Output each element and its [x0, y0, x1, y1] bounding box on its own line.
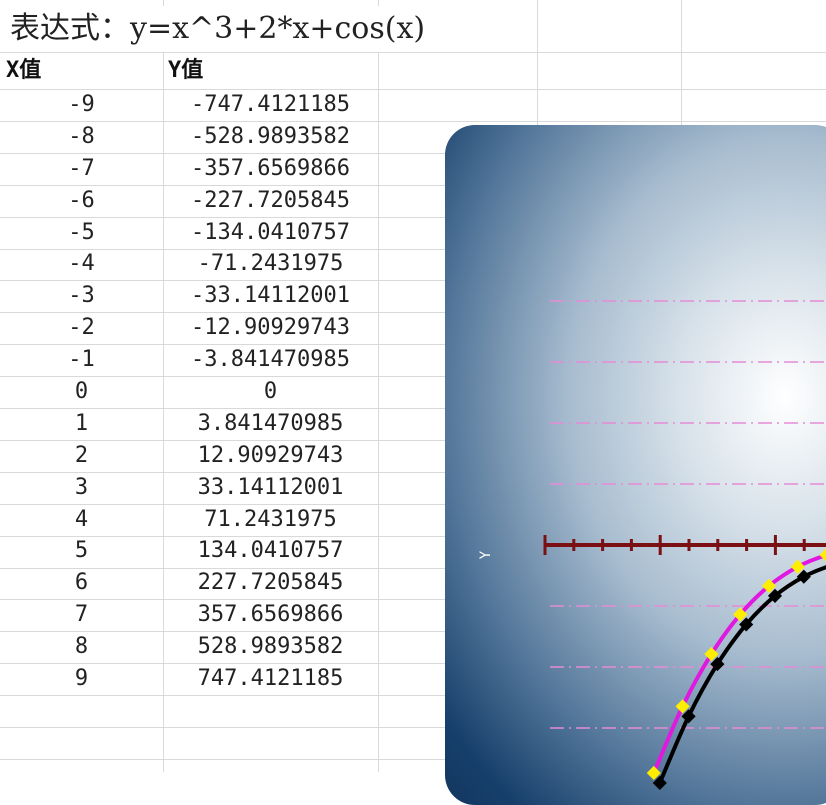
y-value-cell[interactable]: 0 [163, 376, 378, 408]
table-row: -5-134.0410757 [0, 217, 378, 249]
table-row: 9747.4121185 [0, 663, 378, 695]
header-x-cell[interactable]: X值 [6, 53, 41, 89]
y-value-cell[interactable]: -3.841470985 [163, 344, 378, 376]
y-value-cell[interactable]: 134.0410757 [163, 535, 378, 567]
y-value-cell[interactable]: -33.14112001 [163, 280, 378, 312]
table-row: 5134.0410757 [0, 535, 378, 567]
table-row: -9-747.4121185 [0, 89, 378, 121]
chart-plot-area [445, 125, 826, 805]
x-value-cell[interactable]: -7 [0, 153, 163, 185]
y-value-cell[interactable]: 227.7205845 [163, 567, 378, 599]
table-row: 6227.7205845 [0, 567, 378, 599]
x-value-cell[interactable]: -5 [0, 217, 163, 249]
y-value-cell[interactable]: 12.90929743 [163, 440, 378, 472]
table-row: 8528.9893582 [0, 631, 378, 663]
y-value-cell[interactable]: 3.841470985 [163, 408, 378, 440]
y-value-cell[interactable]: 33.14112001 [163, 472, 378, 504]
x-value-cell[interactable]: 4 [0, 504, 163, 536]
y-value-cell[interactable]: -134.0410757 [163, 217, 378, 249]
y-value-cell[interactable]: -71.2431975 [163, 248, 378, 280]
x-value-cell[interactable]: 6 [0, 567, 163, 599]
table-row: 13.841470985 [0, 408, 378, 440]
formula-cell[interactable]: 表达式：y=x^3+2*x+cos(x) [10, 6, 431, 52]
y-axis-title: Y [478, 551, 494, 559]
table-row: -1-3.841470985 [0, 344, 378, 376]
x-value-cell[interactable]: 5 [0, 535, 163, 567]
x-value-cell[interactable]: 2 [0, 440, 163, 472]
x-value-cell[interactable]: -8 [0, 121, 163, 153]
table-row: -6-227.7205845 [0, 185, 378, 217]
x-value-cell[interactable]: -2 [0, 312, 163, 344]
x-value-cell[interactable]: -6 [0, 185, 163, 217]
x-value-cell[interactable]: 7 [0, 599, 163, 631]
table-row: 212.90929743 [0, 440, 378, 472]
y-value-cell[interactable]: -12.90929743 [163, 312, 378, 344]
header-y-cell[interactable]: Y值 [168, 53, 203, 89]
table-row: 333.14112001 [0, 472, 378, 504]
y-value-cell[interactable]: 747.4121185 [163, 663, 378, 695]
data-table: -9-747.4121185-8-528.9893582-7-357.65698… [0, 89, 378, 695]
table-row: -7-357.6569866 [0, 153, 378, 185]
x-value-cell[interactable]: -4 [0, 248, 163, 280]
x-value-cell[interactable]: -1 [0, 344, 163, 376]
x-value-cell[interactable]: -3 [0, 280, 163, 312]
spreadsheet-grid[interactable]: 表达式：y=x^3+2*x+cos(x) X值 Y值 -9-747.412118… [0, 0, 826, 772]
y-value-cell[interactable]: 357.6569866 [163, 599, 378, 631]
x-value-cell[interactable]: 3 [0, 472, 163, 504]
y-value-cell[interactable]: -747.4121185 [163, 89, 378, 121]
table-row: -2-12.90929743 [0, 312, 378, 344]
x-value-cell[interactable]: 8 [0, 631, 163, 663]
x-value-cell[interactable]: 1 [0, 408, 163, 440]
y-value-cell[interactable]: -528.9893582 [163, 121, 378, 153]
y-value-cell[interactable]: -357.6569866 [163, 153, 378, 185]
y-value-cell[interactable]: 528.9893582 [163, 631, 378, 663]
line-chart[interactable]: Y [445, 125, 826, 805]
table-row: 7357.6569866 [0, 599, 378, 631]
x-value-cell[interactable]: 9 [0, 663, 163, 695]
x-value-cell[interactable]: 0 [0, 376, 163, 408]
x-value-cell[interactable]: -9 [0, 89, 163, 121]
table-row: -3-33.14112001 [0, 280, 378, 312]
table-row: 00 [0, 376, 378, 408]
data-point [820, 548, 826, 562]
table-row: 471.2431975 [0, 504, 378, 536]
row-divider [0, 52, 826, 53]
y-value-cell[interactable]: -227.7205845 [163, 185, 378, 217]
column-divider [378, 0, 379, 772]
table-row: -8-528.9893582 [0, 121, 378, 153]
y-value-cell[interactable]: 71.2431975 [163, 504, 378, 536]
table-row: -4-71.2431975 [0, 248, 378, 280]
